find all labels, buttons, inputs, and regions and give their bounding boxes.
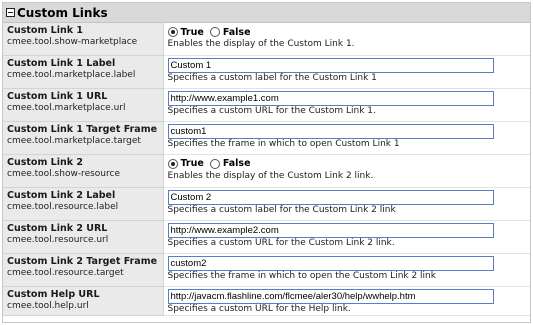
property-description: Enables the display of the Custom Link 2… <box>167 170 374 181</box>
property-title: Custom Link 2 Target Frame <box>7 255 158 267</box>
property-row-custom-help-url: Custom Help URL cmee.tool.help.url http:… <box>3 286 530 316</box>
property-key: cmee.tool.resource.target <box>7 267 124 278</box>
label-cell: Custom Link 2 cmee.tool.show-resource <box>3 154 164 188</box>
property-key: cmee.tool.resource.label <box>7 201 119 212</box>
custom-link-2-url-input[interactable]: http://www.example2.com <box>167 222 494 238</box>
radio-true[interactable] <box>167 158 178 169</box>
property-title: Custom Link 1 <box>7 25 83 36</box>
property-row-custom-link-2: Custom Link 2 cmee.tool.show-resource Tr… <box>3 154 531 188</box>
property-key: cmee.tool.marketplace.label <box>7 69 136 80</box>
value-cell: Custom 2 Specifies a custom label for th… <box>163 187 530 221</box>
custom-help-url-input[interactable]: http://javacm.flashline.com/flcmee/aler3… <box>167 288 494 304</box>
radio-true-label[interactable]: True <box>181 27 204 38</box>
property-row-custom-link-1-label: Custom Link 1 Label cmee.tool.marketplac… <box>3 55 530 89</box>
custom-link-2-label-input[interactable]: Custom 2 <box>167 189 494 205</box>
property-description: Specifies a custom label for the Custom … <box>167 204 396 215</box>
property-row-custom-link-2-target: Custom Link 2 Target Frame cmee.tool.res… <box>3 253 530 287</box>
radio-false-label[interactable]: False <box>223 27 251 38</box>
property-description: Specifies a custom URL for the Custom Li… <box>167 105 376 116</box>
custom-link-1-label-input[interactable]: Custom 1 <box>167 57 494 73</box>
value-cell: True False Enables the display of the Cu… <box>163 23 531 56</box>
label-cell: Custom Link 1 Label cmee.tool.marketplac… <box>3 55 164 89</box>
value-cell: True False Enables the display of the Cu… <box>163 154 531 188</box>
value-cell: Custom 1 Specifies a custom label for th… <box>163 55 530 89</box>
property-key: cmee.tool.marketplace.url <box>7 102 126 113</box>
radio-false[interactable] <box>209 158 220 169</box>
radio-false[interactable] <box>209 27 220 37</box>
property-key: cmee.tool.marketplace.target <box>7 135 141 146</box>
section-title: Custom Links <box>17 5 108 20</box>
radio-group: True False <box>167 157 531 171</box>
property-title: Custom Link 2 URL <box>7 222 108 234</box>
property-title: Custom Help URL <box>7 288 100 300</box>
property-row-custom-link-1-target: Custom Link 1 Target Frame cmee.tool.mar… <box>3 121 530 155</box>
property-row-custom-link-1-url: Custom Link 1 URL cmee.tool.marketplace.… <box>3 88 530 122</box>
label-cell: Custom Link 1 cmee.tool.show-marketplace <box>3 23 164 56</box>
property-title: Custom Link 1 Target Frame <box>7 123 158 135</box>
property-title: Custom Link 1 Label <box>7 57 116 69</box>
property-key: cmee.tool.resource.url <box>7 234 109 245</box>
value-cell: custom2 Specifies the frame in which to … <box>163 253 530 287</box>
label-cell: Custom Help URL cmee.tool.help.url <box>3 286 164 316</box>
property-title: Custom Link 2 <box>7 156 83 168</box>
properties-table: Custom Link 1 cmee.tool.show-marketplace… <box>3 23 530 316</box>
value-cell: http://www.example2.com Specifies a cust… <box>163 220 530 254</box>
property-key: cmee.tool.help.url <box>7 300 89 311</box>
label-cell: Custom Link 2 URL cmee.tool.resource.url <box>3 220 164 254</box>
value-cell: custom1 Specifies the frame in which to … <box>163 121 530 155</box>
label-cell: Custom Link 1 Target Frame cmee.tool.mar… <box>3 121 164 155</box>
label-cell: Custom Link 2 Target Frame cmee.tool.res… <box>3 253 164 287</box>
collapse-icon[interactable] <box>6 8 15 17</box>
radio-true-label[interactable]: True <box>181 158 204 169</box>
value-cell: http://www.example1.com Specifies a cust… <box>163 88 530 122</box>
radio-true[interactable] <box>167 27 178 37</box>
property-description: Specifies the frame in which to open the… <box>167 270 436 281</box>
value-cell: http://javacm.flashline.com/flcmee/aler3… <box>163 286 530 316</box>
property-description: Specifies a custom URL for the Custom Li… <box>167 237 395 248</box>
property-key: cmee.tool.show-resource <box>7 168 120 179</box>
property-row-custom-link-2-url: Custom Link 2 URL cmee.tool.resource.url… <box>3 220 530 254</box>
property-description: Enables the display of the Custom Link 1… <box>167 39 355 49</box>
property-key: cmee.tool.show-marketplace <box>7 37 138 47</box>
property-description: Specifies the frame in which to open Cus… <box>167 138 400 149</box>
radio-false-label[interactable]: False <box>223 158 251 169</box>
property-title: Custom Link 2 Label <box>7 189 116 201</box>
section-header[interactable]: Custom Links <box>3 3 530 23</box>
custom-link-1-url-input[interactable]: http://www.example1.com <box>167 90 494 106</box>
property-description: Specifies a custom label for the Custom … <box>167 72 377 83</box>
property-row-custom-link-1: Custom Link 1 cmee.tool.show-marketplace… <box>3 23 531 56</box>
custom-links-panel: Custom Links Custom Link 1 cmee.tool.sho… <box>2 2 531 323</box>
label-cell: Custom Link 1 URL cmee.tool.marketplace.… <box>3 88 164 122</box>
label-cell: Custom Link 2 Label cmee.tool.resource.l… <box>3 187 164 221</box>
property-row-custom-link-2-label: Custom Link 2 Label cmee.tool.resource.l… <box>3 187 530 221</box>
custom-link-1-target-input[interactable]: custom1 <box>167 123 494 139</box>
radio-group: True False <box>167 25 531 39</box>
property-title: Custom Link 1 URL <box>7 90 108 102</box>
property-description: Specifies a custom URL for the Help link… <box>167 303 351 314</box>
custom-link-2-target-input[interactable]: custom2 <box>167 255 494 271</box>
